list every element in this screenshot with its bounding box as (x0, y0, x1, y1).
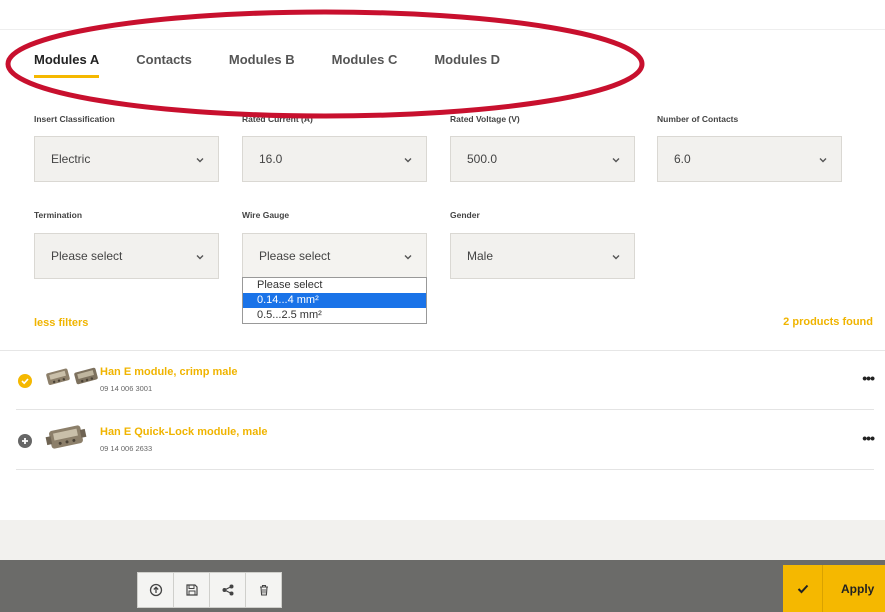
insert-classification-value: Electric (51, 152, 91, 166)
rated-voltage-label: Rated Voltage (V) (450, 114, 520, 124)
share-icon (222, 584, 233, 596)
save-icon (185, 584, 198, 596)
wire-gauge-label: Wire Gauge (242, 210, 290, 220)
rated-voltage-value: 500.0 (467, 152, 498, 166)
products-found-count: 2 products found (783, 316, 873, 328)
chevron-down-icon (819, 158, 827, 163)
number-of-contacts-select[interactable]: 6.0 (657, 136, 842, 182)
insert-classification-label: Insert Classification (34, 114, 115, 124)
chevron-down-icon (612, 255, 620, 260)
less-filters-link[interactable]: less filters (34, 317, 88, 329)
rated-current-label: Rated Current (A) (242, 114, 313, 124)
share-button[interactable] (209, 572, 246, 608)
product-number: 09 14 006 3001 (100, 384, 153, 393)
chevron-down-icon (612, 158, 620, 163)
tab-modules-c[interactable]: Modules C (332, 52, 398, 78)
rated-voltage-select[interactable]: 500.0 (450, 136, 635, 182)
apply-button[interactable]: Apply (783, 565, 885, 612)
tab-modules-b[interactable]: Modules B (229, 52, 295, 78)
wire-gauge-option-highlighted[interactable]: 0.14...4 mm² (243, 293, 426, 308)
checked-icon[interactable] (18, 374, 32, 388)
wire-gauge-value: Please select (259, 248, 331, 263)
product-row[interactable]: Han E Quick-Lock module, male 09 14 006 … (16, 412, 875, 470)
wire-gauge-option[interactable]: Please select (243, 278, 426, 293)
product-image (45, 425, 87, 449)
chevron-down-icon (404, 158, 412, 163)
insert-classification-select[interactable]: Electric (34, 136, 219, 182)
chevron-down-icon (404, 255, 412, 260)
add-icon[interactable] (18, 434, 32, 448)
tab-contacts[interactable]: Contacts (136, 52, 192, 78)
tool-button-group (137, 572, 282, 608)
number-of-contacts-label: Number of Contacts (657, 114, 739, 124)
rated-current-select[interactable]: 16.0 (242, 136, 427, 182)
tab-modules-a[interactable]: Modules A (34, 52, 100, 78)
gender-label: Gender (450, 210, 480, 220)
rated-current-value: 16.0 (259, 152, 283, 166)
apply-label: Apply (841, 581, 875, 596)
product-row[interactable]: Han E module, crimp male 09 14 006 3001 … (16, 352, 875, 410)
wire-gauge-option[interactable]: 0.5...2.5 mm² (243, 308, 426, 323)
top-strip (0, 0, 885, 30)
check-icon (783, 565, 823, 612)
divider (0, 350, 885, 351)
upload-button[interactable] (137, 572, 174, 608)
termination-value: Please select (51, 249, 123, 263)
product-number: 09 14 006 2633 (100, 444, 153, 453)
wire-gauge-options: Please select 0.14...4 mm² 0.5...2.5 mm² (242, 277, 427, 324)
termination-label: Termination (34, 210, 83, 220)
number-of-contacts-value: 6.0 (674, 152, 691, 166)
product-name-link[interactable]: Han E module, crimp male (100, 366, 238, 378)
gender-select[interactable]: Male (450, 233, 635, 279)
product-image (46, 367, 98, 385)
delete-button[interactable] (245, 572, 282, 608)
tab-bar: Modules A Contacts Modules B Modules C M… (34, 52, 537, 78)
gender-value: Male (467, 249, 494, 263)
footer-spacer (0, 520, 885, 560)
chevron-down-icon (196, 158, 204, 163)
upload-icon (149, 583, 162, 597)
tab-modules-d[interactable]: Modules D (434, 52, 500, 78)
bottom-toolbar (0, 560, 885, 612)
more-options-icon[interactable]: ••• (862, 370, 875, 386)
trash-icon (259, 584, 268, 596)
wire-gauge-select[interactable]: Please select (242, 233, 427, 278)
termination-select[interactable]: Please select (34, 233, 219, 279)
more-options-icon[interactable]: ••• (862, 430, 875, 446)
save-button[interactable] (173, 572, 210, 608)
product-name-link[interactable]: Han E Quick-Lock module, male (100, 426, 268, 438)
chevron-down-icon (196, 255, 204, 260)
